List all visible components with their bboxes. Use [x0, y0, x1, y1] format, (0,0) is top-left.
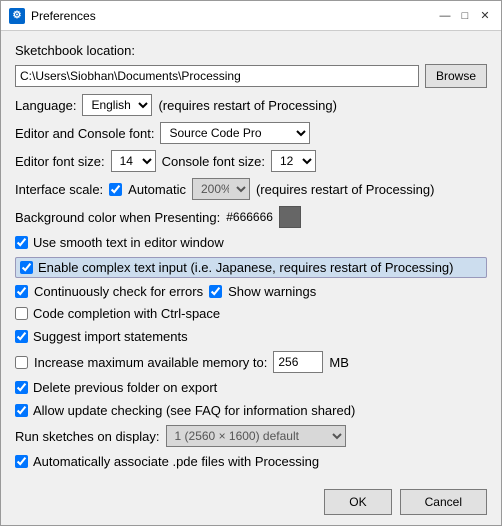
- allow-update-row: Allow update checking (see FAQ for infor…: [15, 402, 487, 419]
- background-color-row: Background color when Presenting: #66666…: [15, 206, 487, 228]
- ok-cancel-row: OK Cancel: [1, 483, 501, 525]
- delete-previous-checkbox[interactable]: [15, 381, 28, 394]
- memory-value-input[interactable]: [273, 351, 323, 373]
- complex-text-label: Enable complex text input (i.e. Japanese…: [38, 260, 454, 275]
- color-hash-value: #666666: [226, 210, 273, 224]
- errors-warnings-row: Continuously check for errors Show warni…: [15, 284, 487, 299]
- complex-text-row: Enable complex text input (i.e. Japanese…: [15, 257, 487, 278]
- suggest-imports-row: Suggest import statements: [15, 328, 487, 345]
- delete-previous-row: Delete previous folder on export: [15, 379, 487, 396]
- app-icon: ⚙: [9, 8, 25, 24]
- console-size-select[interactable]: 12: [271, 150, 316, 172]
- suggest-imports-label: Suggest import statements: [33, 329, 188, 344]
- preferences-window: ⚙ Preferences — □ ✕ Sketchbook location:…: [0, 0, 502, 526]
- language-select[interactable]: English: [82, 94, 152, 116]
- interface-scale-label: Interface scale:: [15, 182, 103, 197]
- increase-memory-label: Increase maximum available memory to:: [34, 355, 267, 370]
- color-swatch[interactable]: [279, 206, 301, 228]
- interface-scale-checkbox[interactable]: [109, 183, 122, 196]
- language-note: (requires restart of Processing): [158, 98, 336, 113]
- more-prefs-text: More preferences can be edited directly …: [15, 478, 258, 479]
- maximize-button[interactable]: □: [457, 8, 473, 24]
- code-completion-checkbox[interactable]: [15, 307, 28, 320]
- increase-memory-checkbox[interactable]: [15, 356, 28, 369]
- language-label: Language:: [15, 98, 76, 113]
- interface-scale-note: (requires restart of Processing): [256, 182, 434, 197]
- associate-pde-checkbox[interactable]: [15, 455, 28, 468]
- font-size-row: Editor font size: 14 Console font size: …: [15, 150, 487, 172]
- memory-unit: MB: [329, 355, 349, 370]
- memory-row: Increase maximum available memory to: MB: [15, 351, 487, 373]
- smooth-text-row: Use smooth text in editor window: [15, 234, 487, 251]
- editor-font-select[interactable]: Source Code Pro: [160, 122, 310, 144]
- allow-update-label: Allow update checking (see FAQ for infor…: [33, 403, 355, 418]
- sketchbook-path-input[interactable]: [15, 65, 419, 87]
- window-title: Preferences: [31, 9, 437, 23]
- cancel-button[interactable]: Cancel: [400, 489, 487, 515]
- interface-scale-checkbox-label: Automatic: [128, 182, 186, 197]
- run-sketches-select[interactable]: 1 (2560 × 1600) default: [166, 425, 346, 447]
- window-controls: — □ ✕: [437, 8, 493, 24]
- interface-scale-select[interactable]: 200%: [192, 178, 250, 200]
- close-button[interactable]: ✕: [477, 8, 493, 24]
- footer-info: More preferences can be edited directly …: [15, 478, 487, 479]
- run-sketches-label: Run sketches on display:: [15, 429, 160, 444]
- editor-size-label: Editor font size:: [15, 154, 105, 169]
- main-content: Sketchbook location: Browse Language: En…: [1, 31, 501, 479]
- interface-scale-row: Interface scale: Automatic 200% (require…: [15, 178, 487, 200]
- smooth-text-label: Use smooth text in editor window: [33, 235, 224, 250]
- code-completion-row: Code completion with Ctrl-space: [15, 305, 487, 322]
- delete-previous-label: Delete previous folder on export: [33, 380, 217, 395]
- title-bar: ⚙ Preferences — □ ✕: [1, 1, 501, 31]
- smooth-text-checkbox[interactable]: [15, 236, 28, 249]
- run-sketches-row: Run sketches on display: 1 (2560 × 1600)…: [15, 425, 487, 447]
- ok-button[interactable]: OK: [324, 489, 391, 515]
- editor-font-row: Editor and Console font: Source Code Pro: [15, 122, 487, 144]
- show-warnings-checkbox[interactable]: [209, 285, 222, 298]
- associate-pde-label: Automatically associate .pde files with …: [33, 454, 319, 469]
- check-errors-label: Continuously check for errors: [34, 284, 203, 299]
- background-label: Background color when Presenting:: [15, 210, 220, 225]
- sketchbook-label: Sketchbook location:: [15, 43, 135, 58]
- console-size-label: Console font size:: [162, 154, 265, 169]
- code-completion-label: Code completion with Ctrl-space: [33, 306, 220, 321]
- suggest-imports-checkbox[interactable]: [15, 330, 28, 343]
- editor-font-label: Editor and Console font:: [15, 126, 154, 141]
- complex-text-checkbox[interactable]: [20, 261, 33, 274]
- browse-button[interactable]: Browse: [425, 64, 487, 88]
- show-warnings-label: Show warnings: [228, 284, 316, 299]
- check-errors-checkbox[interactable]: [15, 285, 28, 298]
- sketchbook-path-row: Browse: [15, 64, 487, 88]
- associate-pde-row: Automatically associate .pde files with …: [15, 453, 487, 470]
- editor-size-select[interactable]: 14: [111, 150, 156, 172]
- minimize-button[interactable]: —: [437, 8, 453, 24]
- language-row: Language: English (requires restart of P…: [15, 94, 487, 116]
- allow-update-checkbox[interactable]: [15, 404, 28, 417]
- sketchbook-row: Sketchbook location:: [15, 43, 487, 58]
